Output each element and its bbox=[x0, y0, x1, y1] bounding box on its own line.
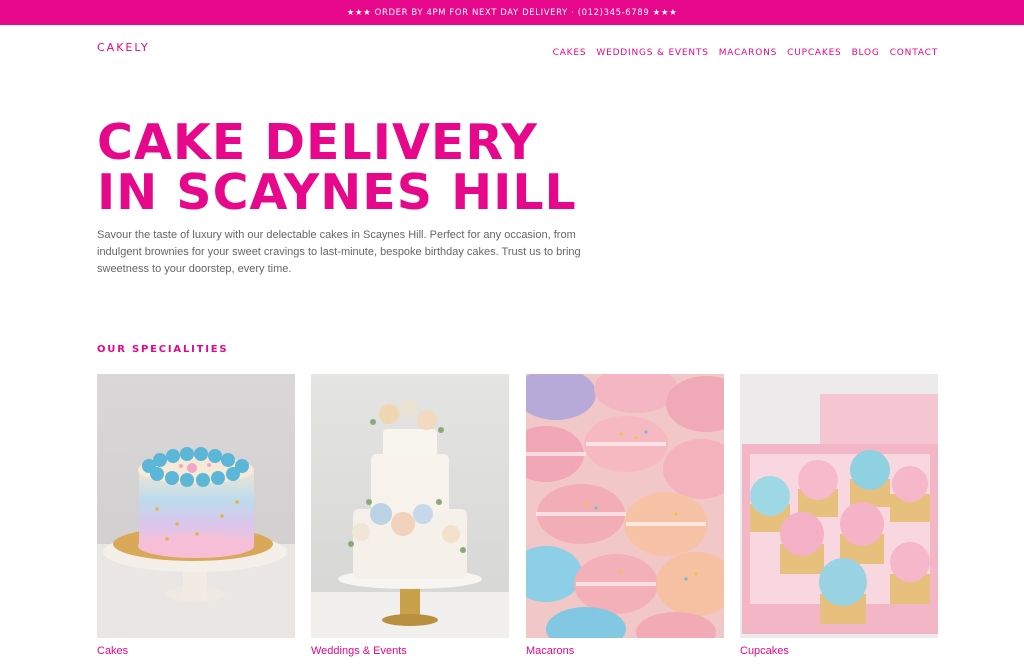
speciality-label-cupcakes: Cupcakes bbox=[740, 645, 789, 657]
speciality-card-cupcakes[interactable]: Cupcakes bbox=[740, 374, 938, 657]
macarons-image bbox=[526, 374, 724, 638]
page-title-line-2: IN SCAYNES HILL bbox=[97, 164, 577, 221]
speciality-label-cakes: Cakes bbox=[97, 645, 129, 657]
main-nav: CAKES WEDDINGS & EVENTS MACARONS CUPCAKE… bbox=[553, 42, 938, 60]
nav-link-cakes[interactable]: CAKES bbox=[553, 48, 587, 58]
speciality-label-weddings-events: Weddings & Events bbox=[311, 645, 407, 657]
site-header: CAKELY CAKES WEDDINGS & EVENTS MACARONS … bbox=[0, 25, 1024, 70]
speciality-card-cakes[interactable]: Cakes bbox=[97, 374, 295, 657]
page-title: CAKE DELIVERY IN SCAYNES HILL bbox=[97, 118, 697, 218]
site-logo[interactable]: CAKELY bbox=[97, 41, 150, 54]
specialities-heading: OUR SPECIALITIES bbox=[97, 344, 229, 355]
page-title-line-1: CAKE DELIVERY bbox=[97, 114, 538, 171]
speciality-label-macarons: Macarons bbox=[526, 645, 575, 657]
nav-link-cupcakes[interactable]: CUPCAKES bbox=[787, 48, 841, 58]
nav-link-blog[interactable]: BLOG bbox=[852, 48, 880, 58]
nav-link-macarons[interactable]: MACARONS bbox=[719, 48, 777, 58]
speciality-card-macarons[interactable]: Macarons bbox=[526, 374, 724, 657]
nav-link-contact[interactable]: CONTACT bbox=[890, 48, 938, 58]
speciality-card-weddings-events[interactable]: Weddings & Events bbox=[311, 374, 509, 657]
promo-text: ★★★ ORDER BY 4PM FOR NEXT DAY DELIVERY ·… bbox=[346, 7, 678, 18]
weddings-events-image bbox=[311, 374, 509, 638]
cupcakes-image bbox=[740, 374, 938, 638]
nav-link-weddings-events[interactable]: WEDDINGS & EVENTS bbox=[596, 48, 708, 58]
promo-bar: ★★★ ORDER BY 4PM FOR NEXT DAY DELIVERY ·… bbox=[0, 0, 1024, 25]
cakes-image bbox=[97, 374, 295, 638]
hero-description: Savour the taste of luxury with our dele… bbox=[97, 229, 581, 276]
